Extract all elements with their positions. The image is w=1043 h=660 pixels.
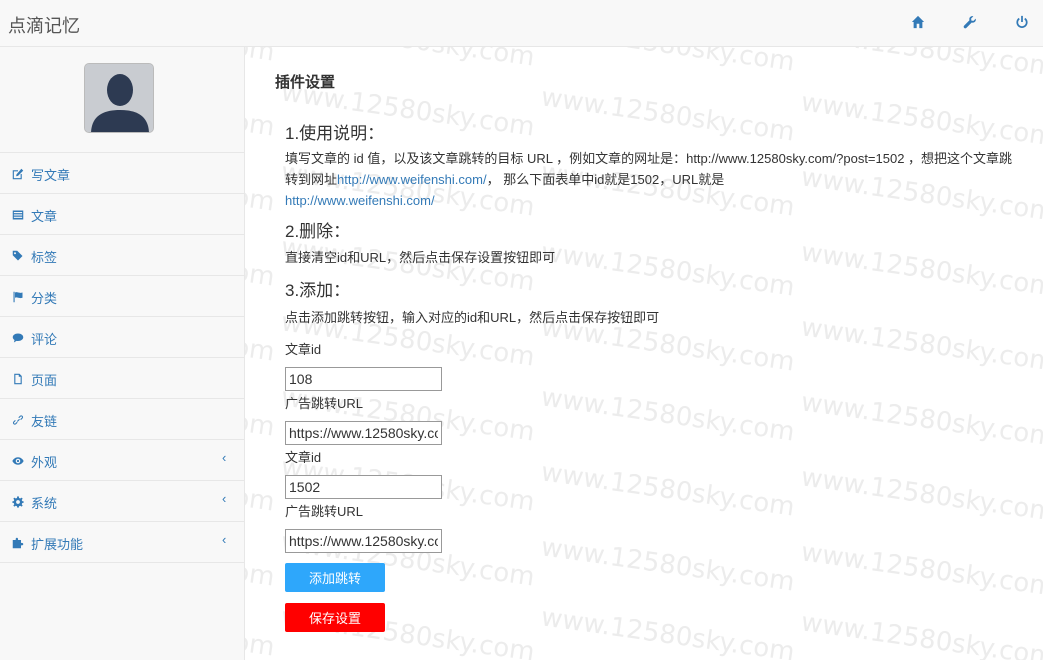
chevron-left-icon[interactable]: ‹ — [222, 491, 226, 506]
sidebar-item-links[interactable]: 友链 — [0, 399, 244, 440]
home-icon[interactable] — [910, 14, 926, 30]
chevron-left-icon[interactable]: ‹ — [222, 450, 226, 465]
avatar[interactable] — [84, 63, 154, 133]
redirect-url-label: 广告跳转URL — [285, 504, 364, 519]
wrench-icon[interactable] — [962, 14, 978, 30]
sidebar-item-label: 标签 — [31, 250, 58, 265]
list-icon — [11, 208, 24, 221]
example-link-1[interactable]: http://www.weifenshi.com/ — [337, 172, 487, 187]
sidebar-item-label: 系统 — [31, 496, 58, 511]
sidebar-item-comments[interactable]: 评论 — [0, 317, 244, 358]
comments-icon — [11, 331, 24, 344]
sidebar-item-articles[interactable]: 文章 — [0, 194, 244, 235]
gear-icon — [11, 495, 24, 508]
usage-text-middle: ， 那么下面表单中id就是1502，URL就是 — [486, 172, 725, 187]
flag-icon — [11, 290, 24, 303]
sidebar-item-pages[interactable]: 页面 — [0, 358, 244, 399]
add-description: 点击添加跳转按钮，输入对应的id和URL，然后点击保存按钮即可 — [285, 310, 660, 325]
main-content: 插件设置 1.使用说明： 填写文章的 id 值，以及该文章跳转的目标 URL ，… — [245, 47, 1043, 660]
sidebar-item-label: 写文章 — [31, 168, 71, 183]
link-icon — [11, 413, 24, 426]
sidebar-item-label: 扩展功能 — [31, 537, 84, 552]
file-icon — [11, 372, 24, 385]
chevron-left-icon[interactable]: ‹ — [222, 532, 226, 547]
redirect-url-input[interactable] — [285, 529, 442, 553]
sidebar-item-categories[interactable]: 分类 — [0, 276, 244, 317]
avatar-container — [0, 47, 244, 153]
sidebar-item-label: 页面 — [31, 373, 58, 388]
sidebar-item-label: 文章 — [31, 209, 58, 224]
add-redirect-button[interactable]: 添加跳转 — [285, 563, 385, 592]
sidebar-item-label: 分类 — [31, 291, 58, 306]
sidebar-item-tags[interactable]: 标签 — [0, 235, 244, 276]
section-heading-delete: 2.删除： — [285, 222, 351, 241]
save-settings-button[interactable]: 保存设置 — [285, 603, 385, 632]
edit-icon — [11, 167, 24, 180]
sidebar-item-label: 友链 — [31, 414, 58, 429]
example-link-2[interactable]: http://www.weifenshi.com/ — [285, 193, 435, 208]
top-navbar: 点滴记忆 — [0, 0, 1043, 47]
redirect-url-label: 广告跳转URL — [285, 396, 364, 411]
section-heading-usage: 1.使用说明： — [285, 124, 385, 143]
article-id-input[interactable] — [285, 475, 442, 499]
redirect-url-input[interactable] — [285, 421, 442, 445]
tags-icon — [11, 249, 24, 262]
page-title: 插件设置 — [275, 74, 336, 91]
usage-description: 填写文章的 id 值，以及该文章跳转的目标 URL ，例如文章的网址是：http… — [285, 148, 1025, 211]
eye-icon — [11, 454, 24, 467]
sidebar-item-label: 外观 — [31, 455, 58, 470]
section-heading-add: 3.添加： — [285, 281, 351, 300]
sidebar-item-write[interactable]: 写文章 — [0, 153, 244, 194]
sidebar-item-system[interactable]: 系统 ‹ — [0, 481, 244, 522]
sidebar: 写文章文章标签分类评论页面友链外观 ‹ 系统 ‹ 扩展功能 ‹ — [0, 47, 245, 660]
article-id-label: 文章id — [285, 450, 322, 465]
article-id-input[interactable] — [285, 367, 442, 391]
delete-description: 直接清空id和URL，然后点击保存设置按钮即可 — [285, 250, 556, 265]
article-id-label: 文章id — [285, 342, 322, 357]
sidebar-item-label: 评论 — [31, 332, 58, 347]
app-title[interactable]: 点滴记忆 — [8, 12, 80, 38]
puzzle-icon — [11, 536, 24, 549]
power-icon[interactable] — [1014, 14, 1030, 30]
sidebar-nav: 写文章文章标签分类评论页面友链外观 ‹ 系统 ‹ 扩展功能 ‹ — [0, 153, 244, 563]
sidebar-item-extensions[interactable]: 扩展功能 ‹ — [0, 522, 244, 563]
sidebar-item-appearance[interactable]: 外观 ‹ — [0, 440, 244, 481]
user-silhouette-icon — [85, 64, 153, 132]
